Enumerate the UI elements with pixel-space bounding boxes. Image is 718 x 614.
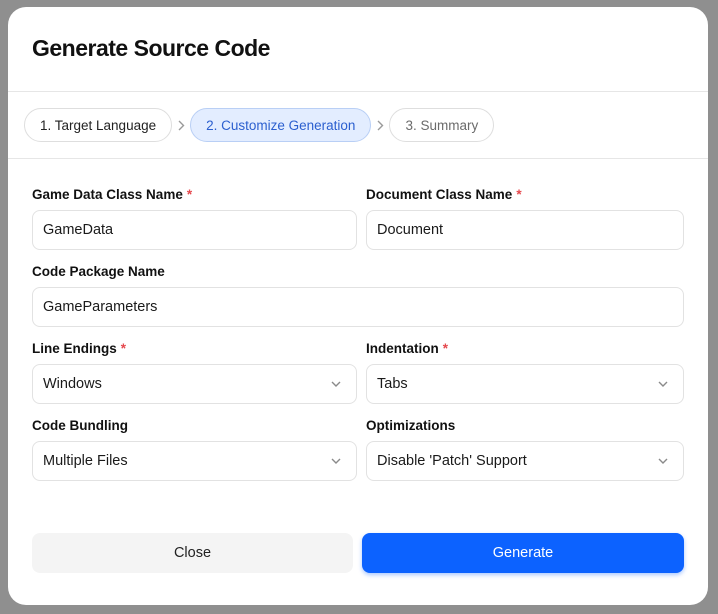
dialog-title: Generate Source Code (32, 35, 270, 61)
step-target-language[interactable]: 1. Target Language (24, 108, 173, 142)
game-data-class-label: Game Data Class Name * (32, 187, 357, 205)
game-data-class-input[interactable]: GameData (32, 210, 357, 250)
code-bundling-value: Multiple Files (43, 453, 128, 469)
document-class-value: Document (377, 222, 444, 238)
code-package-input[interactable]: GameParameters (32, 287, 684, 327)
code-package-field: Code Package Name GameParameters (32, 264, 684, 327)
document-class-field: Document Class Name * Document (366, 187, 684, 250)
code-package-label: Code Package Name (32, 264, 165, 279)
game-data-class-field: Game Data Class Name * GameData (32, 187, 357, 250)
indentation-label-text: Indentation (366, 341, 439, 356)
optimizations-field: Optimizations Disable 'Patch' Support (366, 418, 684, 481)
optimizations-select[interactable]: Disable 'Patch' Support (366, 441, 684, 481)
chevron-down-icon (658, 458, 668, 464)
step-summary[interactable]: 3. Summary (389, 108, 495, 142)
line-endings-label-text: Line Endings (32, 341, 117, 356)
document-class-input[interactable]: Document (366, 210, 684, 250)
indentation-value: Tabs (377, 376, 408, 392)
indentation-field: Indentation * Tabs (366, 341, 684, 404)
code-bundling-field: Code Bundling Multiple Files (32, 418, 357, 481)
optimizations-value: Disable 'Patch' Support (377, 453, 527, 469)
dialog-footer: Close Generate (32, 533, 684, 573)
document-class-label: Document Class Name * (366, 187, 684, 205)
chevron-down-icon (331, 381, 341, 387)
required-marker: * (442, 341, 449, 356)
required-marker: * (186, 187, 193, 202)
game-data-class-value: GameData (43, 222, 114, 238)
close-button[interactable]: Close (32, 533, 353, 573)
step-customize-generation[interactable]: 2. Customize Generation (190, 108, 372, 142)
generate-source-code-dialog: Generate Source Code 1. Target Language … (8, 7, 708, 605)
line-endings-select[interactable]: Windows (32, 364, 357, 404)
wizard-steps: 1. Target Language 2. Customize Generati… (8, 92, 708, 159)
code-bundling-label: Code Bundling (32, 418, 128, 433)
code-package-value: GameParameters (43, 299, 158, 315)
generate-button[interactable]: Generate (362, 533, 684, 573)
chevron-down-icon (331, 458, 341, 464)
indentation-label: Indentation * (366, 341, 684, 359)
line-endings-label: Line Endings * (32, 341, 357, 359)
document-class-label-text: Document Class Name (366, 187, 513, 202)
code-bundling-select[interactable]: Multiple Files (32, 441, 357, 481)
optimizations-label: Optimizations (366, 418, 456, 433)
chevron-right-icon (172, 120, 190, 131)
required-marker: * (120, 341, 127, 356)
indentation-select[interactable]: Tabs (366, 364, 684, 404)
chevron-right-icon (371, 120, 389, 131)
required-marker: * (516, 187, 522, 202)
line-endings-field: Line Endings * Windows (32, 341, 357, 404)
game-data-class-label-text: Game Data Class Name (32, 187, 183, 202)
chevron-down-icon (658, 381, 668, 387)
line-endings-value: Windows (43, 376, 102, 392)
dialog-header: Generate Source Code (8, 7, 708, 92)
